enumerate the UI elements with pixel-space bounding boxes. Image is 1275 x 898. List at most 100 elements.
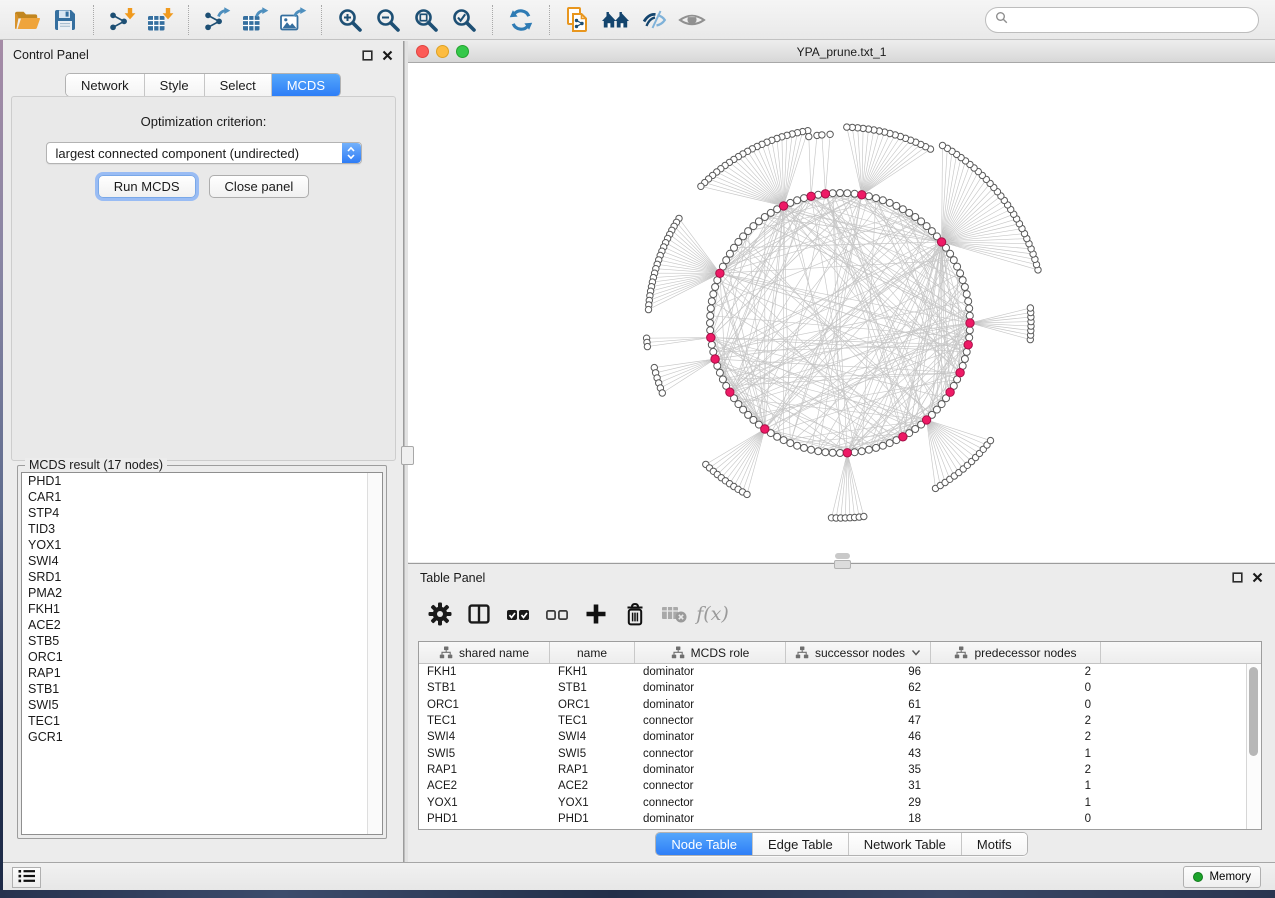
select-all-checkboxes-icon: [505, 601, 531, 627]
column-header-predecessor-nodes[interactable]: predecessor nodes: [931, 642, 1101, 663]
result-node[interactable]: GCR1: [22, 729, 382, 745]
table-row[interactable]: PHD1PHD1dominator180: [419, 811, 1261, 827]
ring-node: [879, 442, 886, 449]
zoom-fit-icon: [413, 7, 439, 33]
panel-menu-button[interactable]: [12, 867, 41, 888]
close-table-panel-icon[interactable]: [1252, 572, 1263, 583]
table-scrollbar-thumb[interactable]: [1249, 667, 1258, 756]
tab-style[interactable]: Style: [145, 74, 205, 96]
network-canvas[interactable]: [408, 63, 1275, 562]
tab-network[interactable]: Network: [66, 74, 145, 96]
mcds-hub-node: [946, 388, 954, 396]
float-panel-icon[interactable]: [362, 50, 373, 61]
network-window-titlebar[interactable]: YPA_prune.txt_1: [408, 41, 1275, 63]
cell-successor-nodes: 35: [786, 764, 931, 776]
table-row[interactable]: ACE2ACE2connector311: [419, 778, 1261, 794]
split-panel-button[interactable]: [461, 596, 496, 632]
tab-motifs[interactable]: Motifs: [962, 833, 1027, 855]
result-list-scrollbar[interactable]: [367, 473, 382, 834]
result-node[interactable]: TID3: [22, 521, 382, 537]
search-input[interactable]: [1013, 12, 1258, 28]
result-node[interactable]: STB5: [22, 633, 382, 649]
tab-node-table[interactable]: Node Table: [656, 833, 753, 855]
tab-select[interactable]: Select: [205, 74, 272, 96]
function-builder-button[interactable]: f(x): [695, 596, 730, 632]
import-network-button[interactable]: [104, 3, 140, 37]
tab-edge-table[interactable]: Edge Table: [753, 833, 849, 855]
result-node[interactable]: ACE2: [22, 617, 382, 633]
result-node[interactable]: ORC1: [22, 649, 382, 665]
hide-selected-button[interactable]: [636, 3, 672, 37]
ring-node: [708, 341, 715, 348]
table-panel-tabs: Node TableEdge TableNetwork TableMotifs: [655, 832, 1027, 856]
minimize-window-icon[interactable]: [436, 45, 449, 58]
tab-mcds[interactable]: MCDS: [272, 74, 340, 96]
column-header-name[interactable]: name: [550, 642, 635, 663]
tab-network-table[interactable]: Network Table: [849, 833, 962, 855]
zoom-fit-button[interactable]: [408, 3, 444, 37]
import-table-button[interactable]: [142, 3, 178, 37]
network-hscroll-thumb[interactable]: [835, 553, 850, 559]
show-all-button[interactable]: [674, 3, 710, 37]
result-node[interactable]: SRD1: [22, 569, 382, 585]
save-session-button[interactable]: [47, 3, 83, 37]
close-panel-icon[interactable]: [382, 50, 393, 61]
result-node[interactable]: SWI5: [22, 697, 382, 713]
result-node[interactable]: SWI4: [22, 553, 382, 569]
result-node[interactable]: PMA2: [22, 585, 382, 601]
optimization-criterion-select[interactable]: largest connected component (undirected): [46, 142, 362, 164]
splitter-handle[interactable]: [401, 446, 414, 465]
result-node[interactable]: FKH1: [22, 601, 382, 617]
network-graph[interactable]: [408, 63, 1275, 562]
table-row[interactable]: ORC1ORC1dominator610: [419, 697, 1261, 713]
result-node[interactable]: STB1: [22, 681, 382, 697]
table-row[interactable]: YOX1YOX1connector291: [419, 794, 1261, 810]
mcds-result-group: MCDS result (17 nodes) PHD1CAR1STP4TID3Y…: [17, 465, 387, 839]
mcds-result-list[interactable]: PHD1CAR1STP4TID3YOX1SWI4SRD1PMA2FKH1ACE2…: [21, 472, 383, 835]
select-all-checkboxes-button[interactable]: [500, 596, 535, 632]
table-row[interactable]: SWI5SWI5connector431: [419, 745, 1261, 761]
column-header-shared-name[interactable]: shared name: [419, 642, 550, 663]
memory-button[interactable]: Memory: [1183, 866, 1261, 888]
search-box[interactable]: [985, 7, 1259, 33]
column-edit-icon: [439, 646, 453, 659]
zoom-selected-button[interactable]: [446, 3, 482, 37]
close-panel-button[interactable]: Close panel: [209, 175, 310, 198]
result-node[interactable]: TEC1: [22, 713, 382, 729]
result-node[interactable]: RAP1: [22, 665, 382, 681]
result-node[interactable]: YOX1: [22, 537, 382, 553]
network-file-button[interactable]: [560, 3, 596, 37]
delete-table-button[interactable]: [656, 596, 691, 632]
result-node[interactable]: PHD1: [22, 473, 382, 489]
close-window-icon[interactable]: [416, 45, 429, 58]
column-header-successor-nodes[interactable]: successor nodes: [786, 642, 931, 663]
ring-node: [961, 284, 968, 291]
maximize-window-icon[interactable]: [456, 45, 469, 58]
open-folder-button[interactable]: [9, 3, 45, 37]
delete-columns-trash-button[interactable]: [617, 596, 652, 632]
result-node[interactable]: CAR1: [22, 489, 382, 505]
zoom-in-button[interactable]: [332, 3, 368, 37]
table-row[interactable]: TEC1TEC1connector472: [419, 713, 1261, 729]
export-image-button[interactable]: [275, 3, 311, 37]
table-row[interactable]: FKH1FKH1dominator962: [419, 664, 1261, 680]
first-neighbors-button[interactable]: [598, 3, 634, 37]
table-row[interactable]: STB1STB1dominator620: [419, 680, 1261, 696]
settings-gear-button[interactable]: [422, 596, 457, 632]
deselect-all-checkboxes-button[interactable]: [539, 596, 574, 632]
table-row[interactable]: SWI4SWI4dominator462: [419, 729, 1261, 745]
float-table-panel-icon[interactable]: [1232, 572, 1243, 583]
memory-status-icon: [1193, 872, 1203, 882]
zoom-out-button[interactable]: [370, 3, 406, 37]
table-panel-drag-handle[interactable]: [834, 560, 851, 569]
table-row[interactable]: RAP1RAP1dominator352: [419, 762, 1261, 778]
leaf-node: [698, 183, 704, 189]
run-mcds-button[interactable]: Run MCDS: [98, 175, 196, 198]
export-network-button[interactable]: [199, 3, 235, 37]
column-header-MCDS-role[interactable]: MCDS role: [635, 642, 786, 663]
export-table-button[interactable]: [237, 3, 273, 37]
add-column-button[interactable]: [578, 596, 613, 632]
result-node[interactable]: STP4: [22, 505, 382, 521]
refresh-layout-button[interactable]: [503, 3, 539, 37]
table-scrollbar[interactable]: [1246, 664, 1261, 829]
